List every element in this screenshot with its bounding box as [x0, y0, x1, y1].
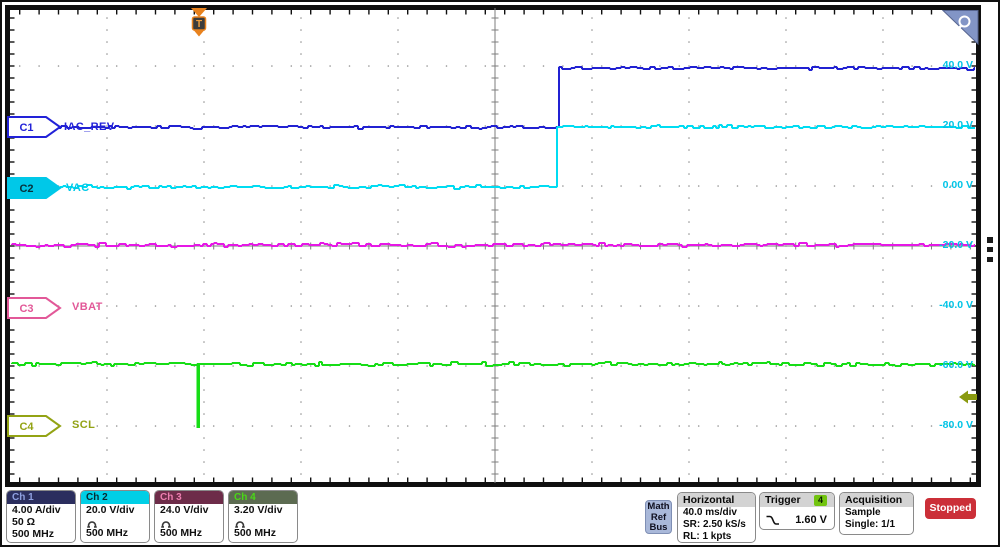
acquisition-count: Single: 1/1 [840, 519, 913, 531]
waveform-c2 [12, 125, 975, 189]
channel-setup-badge-4[interactable]: Ch 43.20 V/div 500 MHz [228, 490, 298, 543]
svg-text:C1: C1 [19, 122, 33, 134]
side-panel-handle-dots[interactable] [987, 237, 993, 262]
channel-badge-header: Ch 2 [81, 491, 149, 504]
horizontal-title: Horizontal [678, 493, 755, 507]
channel-setup-badge-1[interactable]: Ch 14.00 A/div50 Ω500 MHz [6, 490, 76, 543]
channel-badge-header: Ch 1 [7, 491, 75, 504]
channel-badge-iconline [229, 516, 297, 527]
trigger-t-label: T [196, 19, 202, 30]
channel-badge-header: Ch 4 [229, 491, 297, 504]
horizontal-scale: 40.0 ms/div [678, 507, 755, 519]
scale-label-0: 40.0 V [943, 59, 973, 71]
scale-label-6: -80.0 V [939, 419, 973, 431]
acquisition-title: Acquisition [840, 493, 913, 507]
channel-badge-iconline [155, 516, 223, 527]
channel-setup-badge-3[interactable]: Ch 324.0 V/div 500 MHz [154, 490, 224, 543]
svg-text:C4: C4 [19, 421, 34, 433]
bottom-bar: Ch 14.00 A/div50 Ω500 MHzCh 220.0 V/div5… [2, 489, 998, 545]
channel-badge-iconline [81, 516, 149, 527]
falling-edge-icon [765, 514, 780, 526]
trace-label-scl: SCL [72, 419, 95, 431]
horizontal-panel[interactable]: Horizontal 40.0 ms/div SR: 2.50 kS/s RL:… [677, 492, 756, 543]
trace-label-vbat: VBAT [72, 301, 103, 313]
channel-badge-c3[interactable]: C3 [7, 297, 63, 319]
channel-badge-c2[interactable]: C2 [7, 177, 63, 199]
channel-badge-c4[interactable]: C4 [7, 415, 63, 437]
oscilloscope-screen: T C1 IAC_REV C2 VAC C3 VBAT C4 SCL 40.0 V 20.0 V 0… [0, 0, 1000, 547]
acquisition-panel[interactable]: Acquisition Sample Single: 1/1 [839, 492, 914, 535]
trigger-level: 1.60 V [795, 514, 827, 526]
channel-badge-line: 4.00 A/div [7, 504, 75, 516]
channel-badge-header: Ch 3 [155, 491, 223, 504]
trigger-panel[interactable]: Trigger 4 1.60 V [759, 492, 835, 530]
trigger-source-badge: 4 [814, 495, 827, 506]
scale-label-3: -20.0 V [939, 239, 973, 251]
channel-badge-line: 20.0 V/div [81, 504, 149, 516]
channel-setup-badge-2[interactable]: Ch 220.0 V/div 500 MHz [80, 490, 150, 543]
zoom-corner-button[interactable] [943, 11, 978, 45]
channel-badge-line: 500 MHz [155, 527, 223, 539]
svg-text:C3: C3 [19, 303, 33, 315]
scale-label-4: -40.0 V [939, 299, 973, 311]
scale-label-2: 0.00 V [943, 179, 973, 191]
trigger-title: Trigger [765, 494, 801, 507]
trace-label-iac_rev: IAC_REV [64, 121, 114, 133]
sample-rate: SR: 2.50 kS/s [678, 519, 755, 531]
channel-badge-line: 500 MHz [81, 527, 149, 539]
scale-label-1: 20.0 V [943, 119, 973, 131]
channel-badge-c1[interactable]: C1 [7, 116, 63, 138]
bus-label: Bus [646, 523, 671, 534]
scale-label-5: -60.0 V [939, 359, 973, 371]
math-ref-bus-button[interactable]: Math Ref Bus [645, 500, 672, 534]
acquisition-mode: Sample [840, 507, 913, 519]
record-length: RL: 1 kpts [678, 531, 755, 543]
svg-text:C2: C2 [19, 183, 33, 195]
channel-badge-line: 500 MHz [7, 528, 75, 540]
trigger-position-marker[interactable]: T [191, 8, 207, 37]
graticule-display: T [2, 2, 998, 545]
math-label: Math [646, 502, 671, 513]
channel-badge-line: 500 MHz [229, 527, 297, 539]
trace-label-vac: VAC [66, 182, 90, 194]
channel-badge-line: 3.20 V/div [229, 504, 297, 516]
channel-badge-line: 50 Ω [7, 516, 75, 528]
waveform-c4 [12, 362, 975, 366]
stopped-status-button[interactable]: Stopped [925, 498, 976, 519]
waveform-c1 [12, 67, 975, 129]
channel-badge-line: 24.0 V/div [155, 504, 223, 516]
